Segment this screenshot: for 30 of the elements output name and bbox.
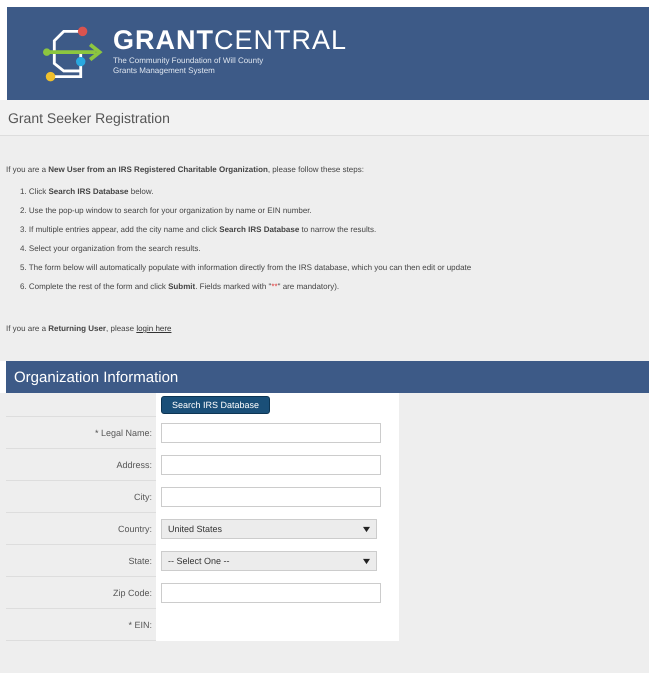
- page-title: Grant Seeker Registration: [8, 110, 170, 126]
- login-link[interactable]: login here: [136, 324, 172, 333]
- field-label: Address:: [116, 460, 152, 470]
- step-text: 6. Complete the rest of the form and click Submit. Fields marked with "**" are mandatory).: [20, 281, 340, 293]
- brand-name: GRANTCENTRAL: [113, 25, 348, 56]
- field-label: * Legal Name:: [94, 428, 152, 438]
- field-label: State:: [128, 556, 152, 566]
- dropdown[interactable]: United States: [161, 519, 377, 539]
- step-text: 5. The form below will automatically populate with information directly from the IRS database, which you can then edit or update: [20, 262, 472, 274]
- step-text: 3. If multiple entries appear, add the city name and click Search IRS Database to narrow the results.: [20, 224, 378, 236]
- input-field[interactable]: [161, 423, 381, 443]
- caret-icon: [363, 526, 370, 532]
- section-title: Organization Information: [14, 368, 178, 386]
- field-label: Country:: [118, 524, 152, 534]
- step-text: 1. Click Search IRS Database below.: [20, 186, 154, 198]
- step-text: 2. Use the pop-up window to search for your organization by name or EIN number.: [20, 205, 313, 217]
- returning-user-text: If you are a Returning User, please: [6, 324, 134, 333]
- step-text: 4. Select your organization from the search results.: [20, 243, 202, 255]
- input-field[interactable]: [161, 487, 381, 507]
- field-label: City:: [134, 492, 152, 502]
- dropdown[interactable]: -- Select One --: [161, 551, 377, 571]
- field-label: * EIN:: [128, 620, 152, 630]
- input-field[interactable]: [161, 583, 381, 603]
- input-field[interactable]: [161, 455, 381, 475]
- intro-text: If you are a New User from an IRS Registered Charitable Organization, please follow these steps:: [6, 165, 365, 174]
- search-irs-button[interactable]: Search IRS Database: [161, 396, 270, 414]
- caret-icon: [363, 558, 370, 564]
- field-label: Zip Code:: [112, 588, 152, 598]
- tagline: The Community Foundation of Will County: [113, 56, 264, 66]
- tagline: Grants Management System: [113, 66, 216, 76]
